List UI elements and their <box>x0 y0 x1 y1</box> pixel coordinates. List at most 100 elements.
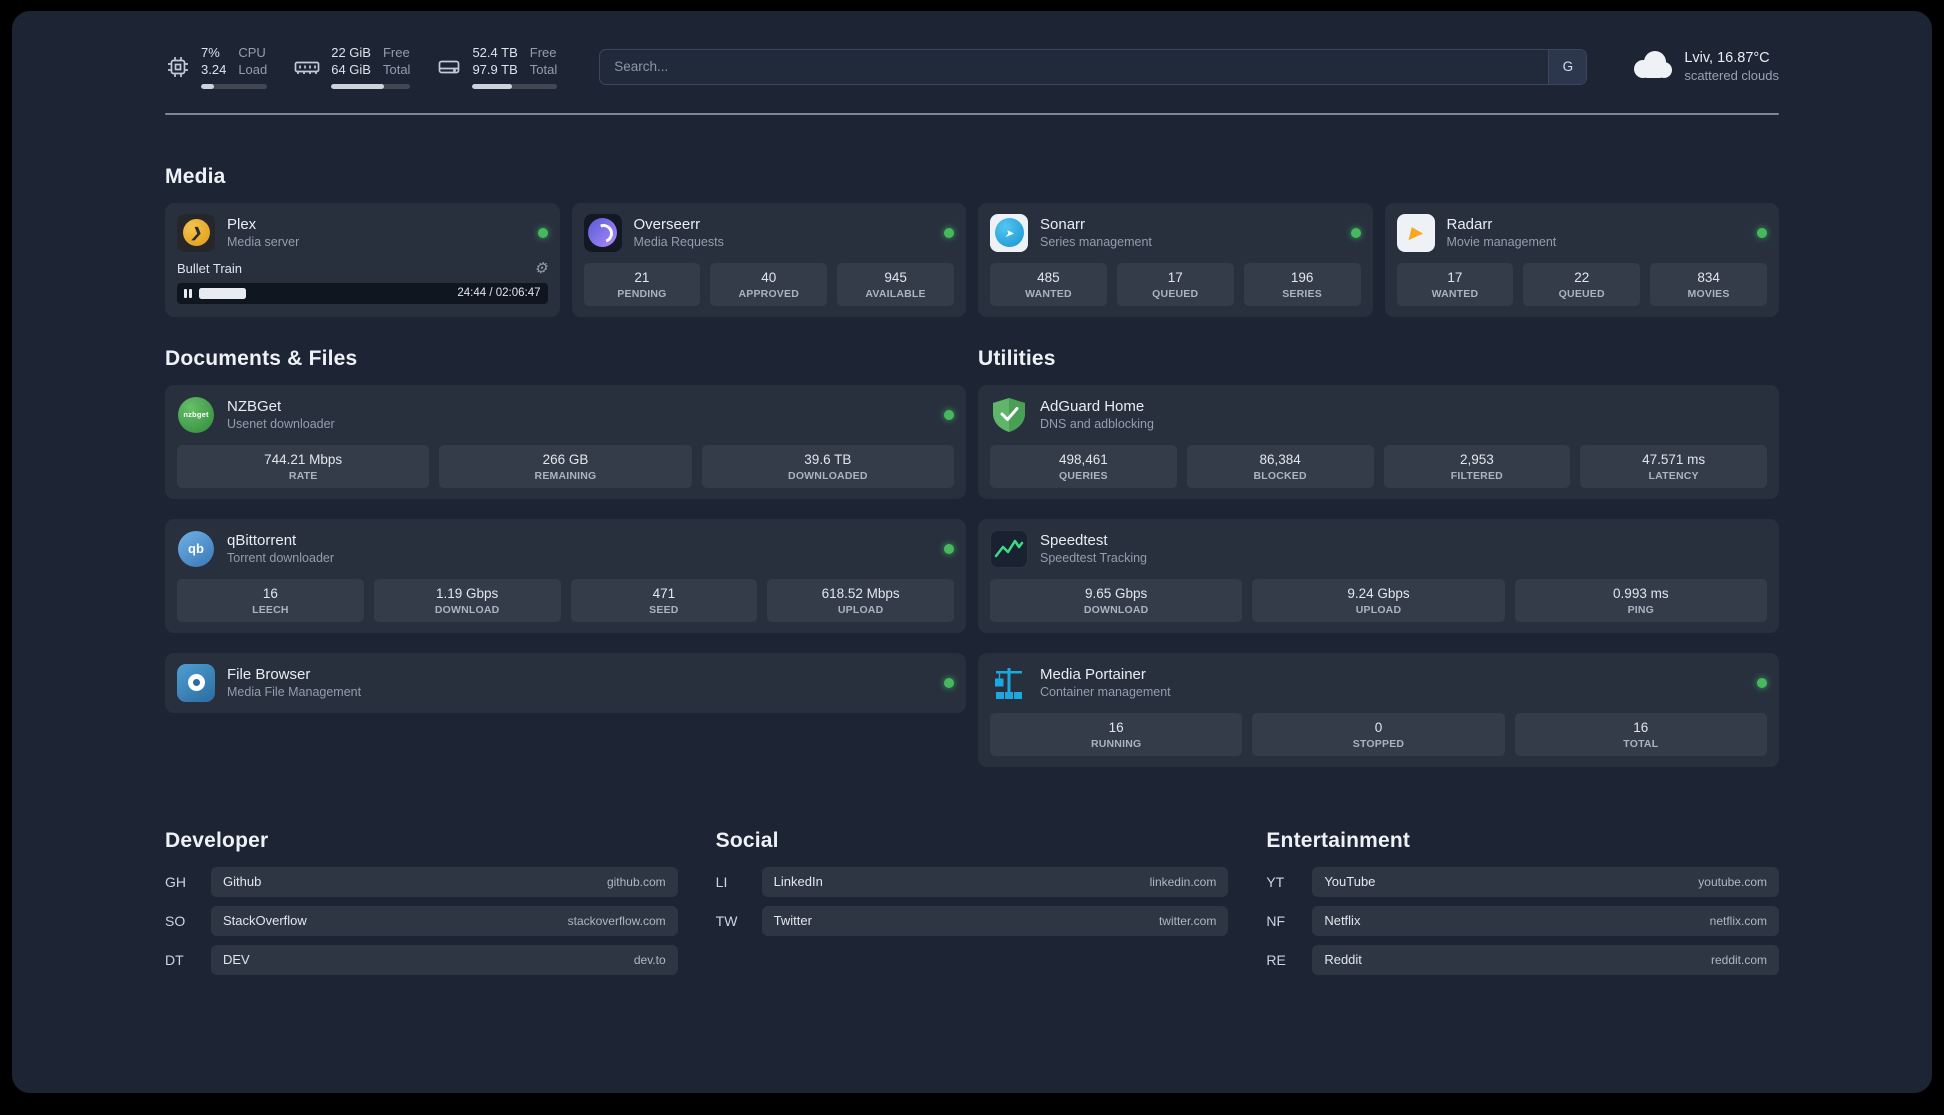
stat-box: 945 AVAILABLE <box>837 262 954 306</box>
stat-value: 40 <box>761 269 777 285</box>
service-subtitle: Usenet downloader <box>227 417 335 431</box>
bookmark-url: reddit.com <box>1710 952 1767 967</box>
section-utilities: Utilities AdGuard Home DNS and adblockin… <box>978 347 1779 767</box>
service-card-sonarr[interactable]: Sonarr Series management 485 WANTED 17 Q… <box>978 202 1373 317</box>
disk-total-value: 97.9 TB <box>472 62 518 78</box>
section-title-documents: Documents & Files <box>165 346 358 370</box>
stat-box: 0 STOPPED <box>1252 712 1505 756</box>
stat-box: 16 TOTAL <box>1514 712 1767 756</box>
section-title-social: Social <box>715 828 779 852</box>
plex-now-playing: Bullet Train 24:44 / 02:06:47 <box>177 261 548 304</box>
status-online-dot <box>1757 677 1767 688</box>
memory-widget: 22 GiB 64 GiB Free Total <box>293 45 411 89</box>
service-card-nzbget[interactable]: nzbget NZBGet Usenet downloader 744.21 M… <box>165 384 966 499</box>
stat-box: 266 GB REMAINING <box>439 444 692 488</box>
service-name: Overseerr <box>633 216 701 233</box>
cpu-load-value: 3.24 <box>201 62 227 78</box>
stat-box: 47.571 ms LATENCY <box>1580 444 1767 488</box>
stat-value: 47.571 ms <box>1642 451 1706 467</box>
status-online-dot <box>537 227 548 238</box>
bookmark-name: Netflix <box>1324 913 1361 928</box>
service-subtitle: Media File Management <box>227 685 362 699</box>
stat-value: 945 <box>884 269 907 285</box>
adguard-icon <box>990 396 1028 434</box>
stat-box: 21 PENDING <box>583 262 701 306</box>
stat-value: 485 <box>1037 269 1060 285</box>
service-subtitle: Movie management <box>1446 235 1557 249</box>
stat-label: QUEUED <box>1152 287 1199 300</box>
bookmark-group-developer: Developer GH Github github.com SO StackO… <box>165 829 678 975</box>
service-subtitle: DNS and adblocking <box>1040 417 1154 431</box>
stat-label: MOVIES <box>1687 287 1730 300</box>
bookmark-twitter[interactable]: TW Twitter twitter.com <box>716 905 1229 936</box>
stat-box: 39.6 TB DOWNLOADED <box>701 444 954 488</box>
cpu-label: CPU <box>238 45 266 60</box>
disk-free-value: 52.4 TB <box>472 45 518 60</box>
service-card-plex[interactable]: Plex Media server Bullet Train <box>165 202 560 317</box>
stat-value: 471 <box>652 585 676 601</box>
stat-value: 618.52 Mbps <box>821 585 900 601</box>
service-card-filebrowser[interactable]: File Browser Media File Management <box>165 652 966 713</box>
stat-label: WANTED <box>1025 287 1072 300</box>
dashboard: 7% 3.24 CPU Load 22 GiB 64 GiB Free Tota… <box>12 11 1932 1093</box>
bookmark-abbr: NF <box>1266 912 1285 929</box>
stat-label: UPLOAD <box>1355 603 1402 616</box>
bookmark-name: StackOverflow <box>223 913 307 928</box>
bookmark-url: github.com <box>606 874 666 889</box>
stat-value: 266 GB <box>542 451 589 467</box>
memory-usage-bar <box>331 83 411 89</box>
topbar: 7% 3.24 CPU Load 22 GiB 64 GiB Free Tota… <box>165 45 1779 89</box>
stat-box: 22 QUEUED <box>1523 262 1641 306</box>
stat-label: DOWNLOAD <box>1083 603 1149 616</box>
memory-free-value: 22 GiB <box>331 45 371 60</box>
playback-progress-track[interactable] <box>198 287 451 299</box>
stat-label: RATE <box>288 469 318 482</box>
playback-progress-fill <box>198 287 247 299</box>
stat-label: TOTAL <box>1623 737 1659 750</box>
filebrowser-icon <box>177 663 215 702</box>
service-card-radarr[interactable]: Radarr Movie management 17 WANTED 22 QUE… <box>1384 202 1779 317</box>
memory-free-label: Free <box>382 45 410 60</box>
gear-icon[interactable] <box>534 261 547 277</box>
memory-total-value: 64 GiB <box>331 62 371 78</box>
bookmark-github[interactable]: GH Github github.com <box>165 866 678 897</box>
stat-value: 16 <box>262 585 278 601</box>
playback-time: 24:44 / 02:06:47 <box>457 287 541 299</box>
service-name: Speedtest <box>1040 532 1108 549</box>
search-input[interactable] <box>599 48 1588 85</box>
bookmark-group-social: Social LI LinkedIn linkedin.com TW Twitt… <box>716 829 1229 936</box>
stat-label: STOPPED <box>1352 737 1405 750</box>
stat-value: 9.24 Gbps <box>1347 585 1410 601</box>
overseerr-icon <box>583 213 622 252</box>
stat-label: QUERIES <box>1059 469 1108 482</box>
stat-value: 834 <box>1697 269 1720 285</box>
disk-free-label: Free <box>529 45 557 60</box>
stat-label: QUEUED <box>1558 287 1605 300</box>
stat-value: 0.993 ms <box>1613 585 1669 601</box>
cpu-widget: 7% 3.24 CPU Load <box>165 45 268 89</box>
bookmark-reddit[interactable]: RE Reddit reddit.com <box>1266 944 1779 975</box>
stat-box: 2,953 FILTERED <box>1383 444 1571 488</box>
bookmark-dev[interactable]: DT DEV dev.to <box>165 944 678 975</box>
service-card-qbittorrent[interactable]: qb qBittorrent Torrent downloader 16 LEE… <box>165 518 966 633</box>
service-card-overseerr[interactable]: Overseerr Media Requests 21 PENDING 40 A… <box>571 202 966 317</box>
pause-button[interactable] <box>184 288 192 298</box>
search-provider-button[interactable]: G <box>1548 49 1587 84</box>
stat-value: 86,384 <box>1259 451 1301 467</box>
bookmark-netflix[interactable]: NF Netflix netflix.com <box>1266 905 1779 936</box>
bookmark-abbr: RE <box>1266 951 1286 968</box>
stat-value: 0 <box>1374 719 1383 735</box>
service-card-speedtest[interactable]: Speedtest Speedtest Tracking 9.65 Gbps D… <box>978 518 1779 633</box>
service-card-portainer[interactable]: Media Portainer Container management 16 … <box>978 652 1779 767</box>
stat-label: PING <box>1627 603 1655 616</box>
bookmark-abbr: GH <box>165 873 186 890</box>
nzbget-icon: nzbget <box>177 396 215 434</box>
bookmark-stackoverflow[interactable]: SO StackOverflow stackoverflow.com <box>165 905 678 936</box>
stat-label: APPROVED <box>738 287 799 300</box>
cpu-icon <box>165 54 191 80</box>
service-card-adguard[interactable]: AdGuard Home DNS and adblocking 498,461 … <box>978 384 1779 499</box>
bookmark-linkedin[interactable]: LI LinkedIn linkedin.com <box>716 866 1229 897</box>
stat-box: 485 WANTED <box>990 262 1107 306</box>
bookmark-abbr: DT <box>165 951 184 968</box>
bookmark-youtube[interactable]: YT YouTube youtube.com <box>1266 866 1779 897</box>
